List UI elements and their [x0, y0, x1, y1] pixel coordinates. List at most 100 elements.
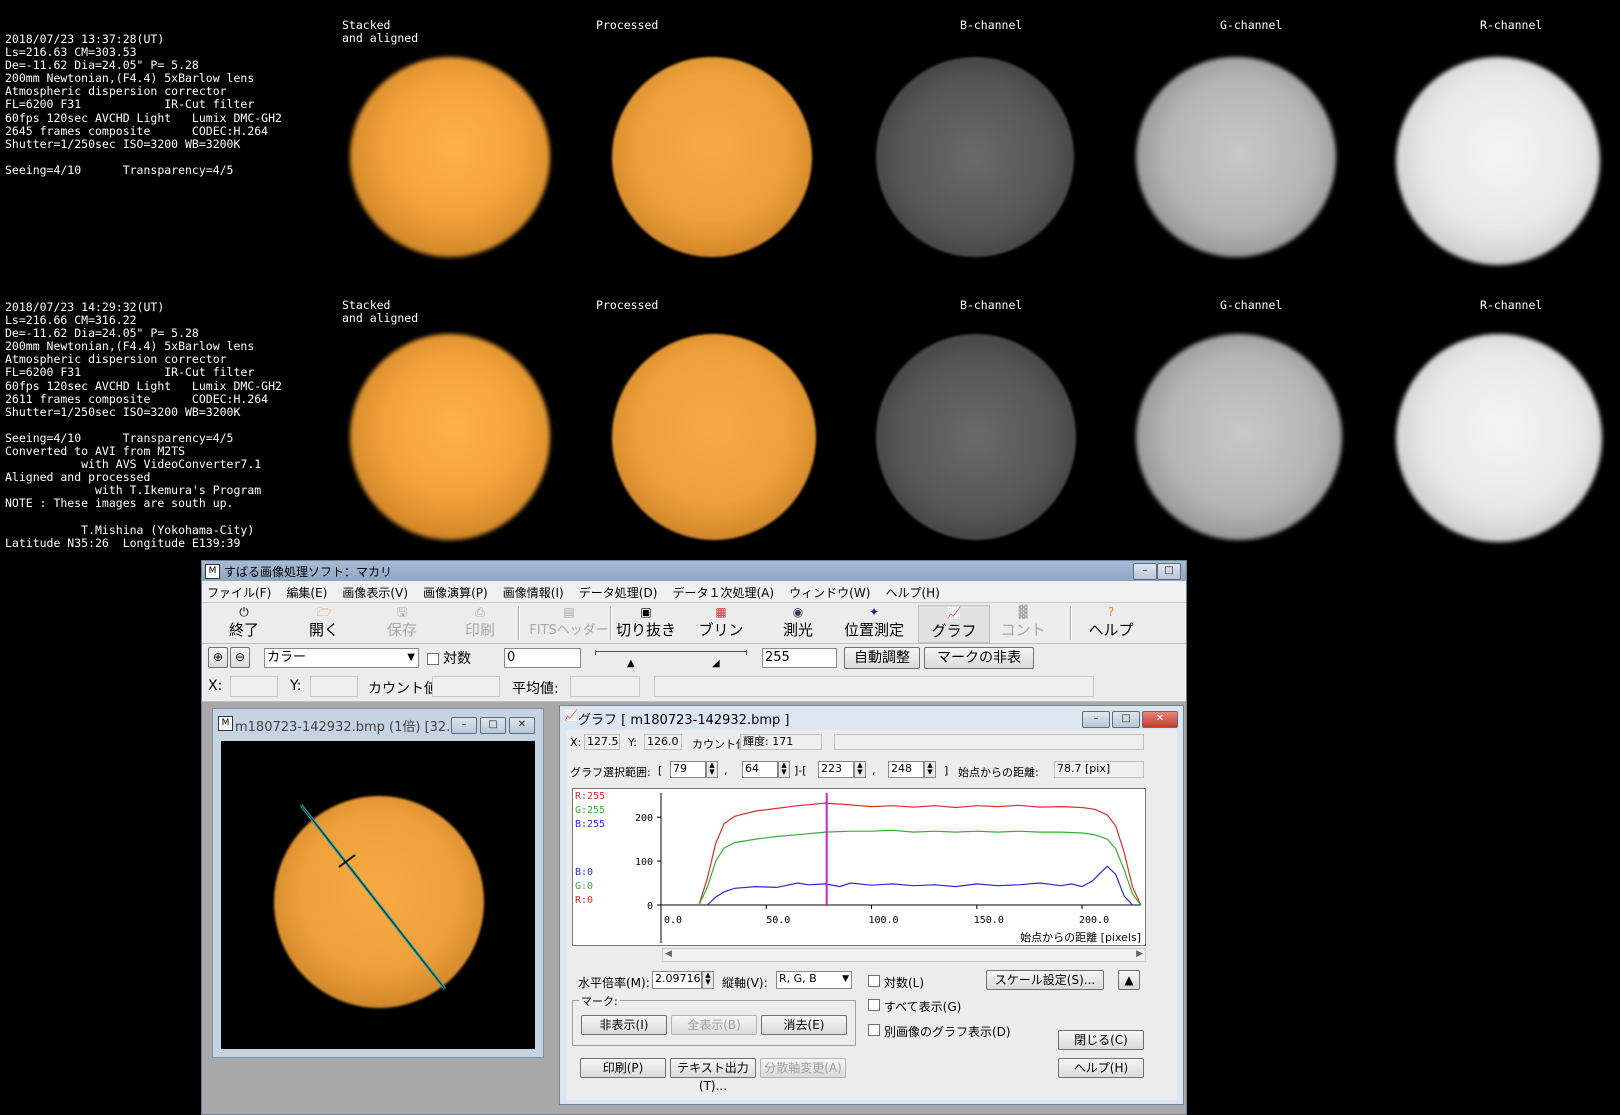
fits-header-tool[interactable]: ▤ FITSヘッダー: [524, 605, 614, 641]
vertical-axis-select[interactable]: R, G, B ▼: [776, 971, 852, 989]
blink-tool[interactable]: ▦ブリンク: [696, 605, 746, 660]
other-image-checkbox[interactable]: [868, 1024, 880, 1036]
toolbar-separator: [610, 606, 612, 640]
menu-help[interactable]: ヘルプ(H): [881, 581, 945, 601]
zoom-out-icon: ⊖: [234, 650, 246, 664]
photometry-icon: ◉: [792, 605, 804, 619]
other-image-label: 別画像のグラフ表示(D): [884, 1025, 1011, 1039]
x-axis-label: 始点からの距離 [pixels]: [1020, 931, 1141, 944]
range-x1-field[interactable]: 79: [670, 761, 706, 778]
save-tool[interactable]: 🖫 保存: [382, 605, 422, 641]
min-level-thumb[interactable]: ▲: [627, 659, 635, 669]
graph-window-title: グラフ [ m180723-142932.bmp ]: [578, 713, 790, 728]
contour-tool[interactable]: ▓コントア: [1000, 605, 1046, 660]
hide-marks-graph-button[interactable]: 非表示(I): [581, 1015, 667, 1035]
label-b-channel-2: B-channel: [960, 298, 1023, 312]
max-level-field[interactable]: 255: [762, 648, 837, 668]
print-tool[interactable]: ⎙ 印刷: [460, 605, 500, 641]
range-y1-field[interactable]: 64: [742, 761, 778, 778]
graph-tool[interactable]: 📈 グラフ: [918, 605, 990, 643]
status-bar: X: Y: カウント値: 平均値:: [202, 671, 1186, 702]
graph-close-button[interactable]: ✕: [1142, 711, 1178, 728]
menu-file[interactable]: ファイル(F): [202, 581, 276, 601]
image-canvas[interactable]: [221, 741, 535, 1049]
range-y1-spinner[interactable]: ▲ ▼: [778, 761, 790, 778]
toolbar: ⏻終了 🗁開く 🖫保存 ⎙印刷 ▤FITSヘッダー ▣切り抜き ▦ブリンク ◉測…: [202, 603, 1186, 660]
range-x2-spinner[interactable]: ▲ ▼: [854, 761, 866, 778]
hide-marks-button[interactable]: マークの非表示...: [924, 647, 1034, 686]
graph-help-button[interactable]: ヘルプ(H): [1058, 1058, 1144, 1078]
delete-marks-button[interactable]: 消去(E): [761, 1015, 847, 1035]
mdi-workspace: M m180723-142932.bmp (1倍) [32... – □ ✕ 📈…: [202, 702, 1186, 1114]
toolbar-separator: [518, 606, 520, 640]
range-y2-spinner[interactable]: ▲ ▼: [924, 761, 936, 778]
legend-g-max: G:255: [575, 805, 606, 816]
image-minimize-button[interactable]: –: [451, 717, 477, 734]
scale-settings-button[interactable]: スケール設定(S)...: [986, 970, 1104, 990]
mars-b-channel-1: [876, 57, 1074, 257]
range-y2-field[interactable]: 248: [888, 761, 924, 778]
image-window-icon[interactable]: M: [218, 716, 233, 731]
mars-b-channel-2: [876, 334, 1076, 540]
marks-group: マーク: 非表示(I) 全表示(B) 消去(E): [572, 993, 856, 1046]
profile-chart[interactable]: 200 100 0 0.0 50.0 100.0 150.0 200.0 R:255 G:25…: [572, 788, 1146, 946]
title-bar[interactable]: M すばる画像処理ソフト：マカリ – □: [202, 561, 1186, 581]
observation-info-2: 2018/07/23 14:29:32(UT) Ls=216.66 CM=316…: [5, 300, 282, 550]
image-maximize-button[interactable]: □: [480, 717, 506, 734]
scroll-left-icon[interactable]: ◀: [665, 949, 672, 959]
photometry-tool[interactable]: ◉ 測光: [778, 605, 818, 641]
exit-tool[interactable]: ⏻ 終了: [224, 605, 264, 641]
menu-bar: ファイル(F) 編集(E) 画像表示(V) 画像演算(P) 画像情報(I) デー…: [202, 581, 1186, 603]
label-processed-2: Processed: [596, 298, 659, 312]
zoom-in-button[interactable]: ⊕: [208, 647, 228, 668]
triangle-up-button[interactable]: ▲: [1118, 970, 1140, 990]
show-all-checkbox[interactable]: [868, 999, 880, 1011]
range-x1-spinner[interactable]: ▲ ▼: [706, 761, 718, 778]
astrometry-tool[interactable]: ✦ 位置測定: [838, 605, 910, 641]
y-label: Y:: [290, 678, 302, 694]
menu-preprocess[interactable]: データ１次処理(A): [668, 581, 780, 601]
menu-data[interactable]: データ処理(D): [574, 581, 663, 601]
graph-y-field: 126.0: [644, 734, 682, 750]
menu-info[interactable]: 画像情報(I): [498, 581, 569, 601]
image-window[interactable]: M m180723-142932.bmp (1倍) [32... – □ ✕: [212, 708, 544, 1058]
scatter-axis-button[interactable]: 分散軸変更(A): [760, 1058, 846, 1078]
color-mode-select[interactable]: カラー ▼: [264, 648, 419, 668]
graph-minimize-button[interactable]: –: [1082, 711, 1110, 728]
zoom-spinner[interactable]: ▲ ▼: [702, 971, 714, 989]
menu-calc[interactable]: 画像演算(P): [418, 581, 493, 601]
menu-view[interactable]: 画像表示(V): [337, 581, 413, 601]
auto-adjust-button[interactable]: 自動調整: [844, 647, 920, 669]
image-close-button[interactable]: ✕: [509, 717, 535, 734]
help-tool[interactable]: ? ヘルプ: [1088, 605, 1134, 641]
print-graph-button[interactable]: 印刷(P): [580, 1058, 666, 1078]
zoom-field[interactable]: 2.09716: [652, 971, 702, 989]
chart-scrollbar[interactable]: ◀ ▶: [662, 948, 1146, 962]
menu-edit[interactable]: 編集(E): [281, 581, 332, 601]
zoom-in-icon: ⊕: [212, 650, 224, 664]
max-level-thumb[interactable]: ◢: [712, 659, 720, 669]
range-x2-field[interactable]: 223: [818, 761, 854, 778]
min-level-field[interactable]: 0: [504, 648, 581, 668]
profile-line[interactable]: [221, 741, 535, 1049]
text-output-button[interactable]: テキスト出力(T)...: [670, 1058, 756, 1093]
distance-field: 78.7 [pix]: [1054, 761, 1144, 778]
maximize-button[interactable]: □: [1157, 563, 1181, 580]
app-icon[interactable]: M: [205, 564, 220, 579]
show-all-marks-button[interactable]: 全表示(B): [671, 1015, 757, 1035]
app-title: すばる画像処理ソフト：マカリ: [224, 565, 393, 579]
graph-window[interactable]: 📈 グラフ [ m180723-142932.bmp ] – □ ✕ X: 12…: [559, 705, 1184, 1105]
zoom-out-button[interactable]: ⊖: [230, 647, 250, 668]
crop-tool[interactable]: ▣ 切り抜き: [616, 605, 676, 641]
graph-maximize-button[interactable]: □: [1112, 711, 1140, 728]
close-graph-button[interactable]: 閉じる(C): [1058, 1030, 1144, 1050]
crop-icon: ▣: [640, 605, 652, 619]
legend-g-min: G:0: [575, 881, 594, 892]
scroll-right-icon[interactable]: ▶: [1136, 949, 1143, 959]
log-checkbox[interactable]: [427, 653, 439, 665]
graph-log-checkbox[interactable]: [868, 975, 880, 987]
open-tool[interactable]: 🗁 開く: [304, 605, 344, 641]
menu-window[interactable]: ウィンドウ(W): [784, 581, 875, 601]
minimize-button[interactable]: –: [1133, 563, 1157, 580]
level-slider[interactable]: ▲ ◢: [595, 650, 749, 669]
